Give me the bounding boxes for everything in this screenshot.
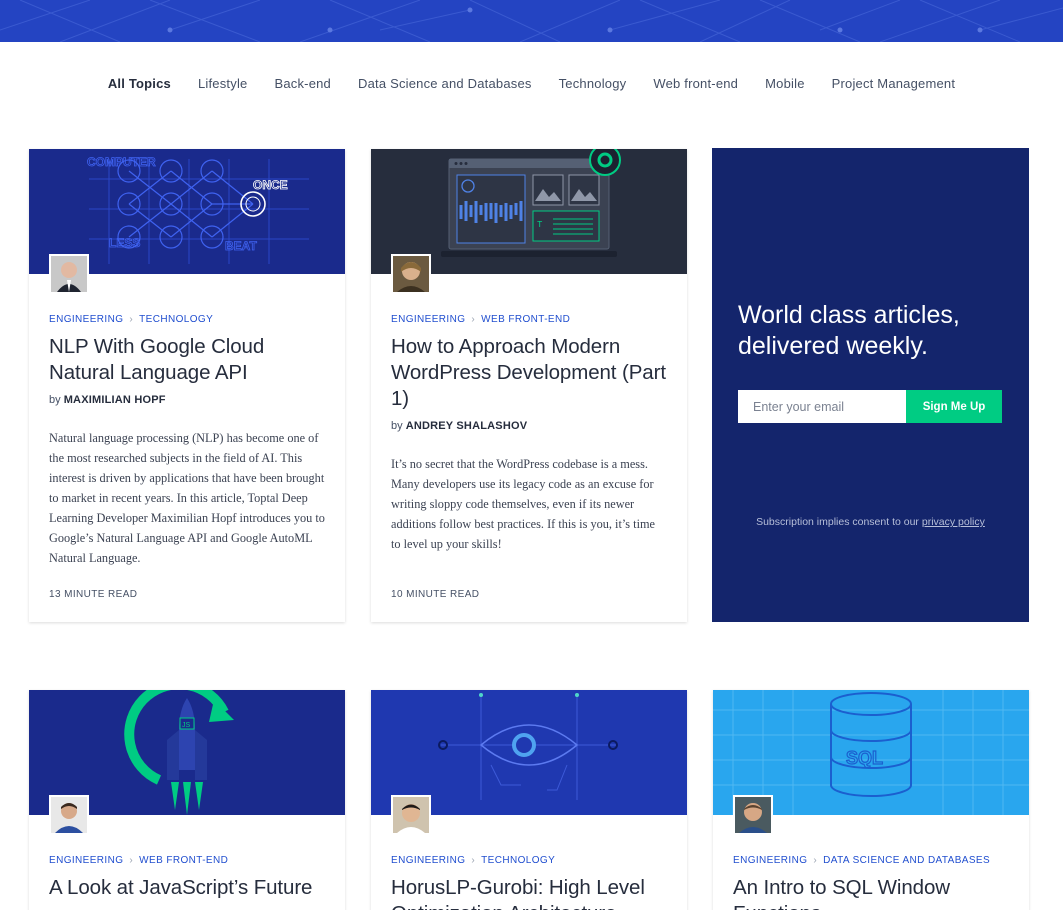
card-tags: ENGINEERING › WEB FRONT-END	[391, 314, 667, 325]
article-title[interactable]: A Look at JavaScript’s Future	[49, 875, 325, 901]
card-tags: ENGINEERING › TECHNOLOGY	[391, 855, 667, 866]
article-card[interactable]: COMPUTER ONCE LESS BEAT ENGINEERING › TE…	[29, 149, 345, 622]
article-card[interactable]: JS ENGINEERING › WEB FRONT-END A Look at…	[29, 690, 345, 910]
tag-link[interactable]: ENGINEERING	[391, 314, 465, 325]
article-card[interactable]: T ENGINEERING › WEB FRONT-END How to App…	[371, 149, 687, 622]
topic-lifestyle[interactable]: Lifestyle	[184, 76, 261, 91]
article-title[interactable]: How to Approach Modern WordPress Develop…	[391, 334, 667, 412]
by-label: by	[49, 394, 61, 406]
article-card[interactable]: SQL ENGINEERING › DATA SCIENCE AND DATAB…	[713, 690, 1029, 910]
chevron-right-icon: ›	[129, 314, 134, 325]
chevron-right-icon: ›	[813, 855, 818, 866]
by-label: by	[391, 420, 403, 432]
tag-link[interactable]: ENGINEERING	[391, 855, 465, 866]
card-tags: ENGINEERING › DATA SCIENCE AND DATABASES	[733, 855, 1009, 866]
read-time: 13 MINUTE READ	[49, 589, 138, 600]
author-name[interactable]: MAXIMILIAN HOPF	[64, 394, 166, 406]
card-hero-image[interactable]: COMPUTER ONCE LESS BEAT	[29, 149, 345, 294]
privacy-policy-link[interactable]: privacy policy	[922, 516, 985, 528]
card-hero-image[interactable]: JS	[29, 690, 345, 835]
topic-data-science[interactable]: Data Science and Databases	[345, 76, 546, 91]
tag-link[interactable]: WEB FRONT-END	[481, 314, 570, 325]
article-title[interactable]: HorusLP-Gurobi: High Level Optimization …	[391, 875, 667, 910]
sign-me-up-button[interactable]: Sign Me Up	[906, 390, 1002, 423]
byline: by MAXIMILIAN HOPF	[49, 394, 325, 406]
topic-nav: All Topics Lifestyle Back-end Data Scien…	[0, 76, 1063, 91]
tag-link[interactable]: ENGINEERING	[49, 855, 123, 866]
consent-note: Subscription implies consent to our priv…	[712, 516, 1029, 528]
tag-link[interactable]: DATA SCIENCE AND DATABASES	[823, 855, 990, 866]
hero-word: COMPUTER	[87, 155, 156, 169]
article-title[interactable]: NLP With Google Cloud Natural Language A…	[49, 334, 325, 386]
subscribe-heading: World class articles, delivered weekly.	[738, 301, 960, 360]
topic-back-end[interactable]: Back-end	[261, 76, 345, 91]
article-excerpt: It’s no secret that the WordPress codeba…	[391, 457, 656, 551]
tag-link[interactable]: TECHNOLOGY	[139, 314, 213, 325]
js-badge: JS	[182, 722, 191, 729]
svg-text:T: T	[537, 220, 543, 230]
sql-label: SQL	[846, 748, 883, 768]
chevron-right-icon: ›	[129, 855, 134, 866]
read-time: 10 MINUTE READ	[391, 589, 480, 600]
tag-link[interactable]: WEB FRONT-END	[139, 855, 228, 866]
article-title[interactable]: An Intro to SQL Window Functions	[733, 875, 1009, 910]
hero-word: BEAT	[225, 239, 257, 253]
article-card[interactable]: ENGINEERING › TECHNOLOGY HorusLP-Gurobi:…	[371, 690, 687, 910]
topic-project-management[interactable]: Project Management	[818, 76, 969, 91]
card-hero-image[interactable]	[371, 690, 687, 835]
author-name[interactable]: ANDREY SHALASHOV	[406, 420, 528, 432]
consent-text: Subscription implies consent to our	[756, 516, 919, 528]
hero-word: LESS	[109, 236, 140, 250]
author-avatar[interactable]	[391, 795, 431, 835]
author-avatar[interactable]	[49, 254, 89, 294]
subscribe-box: World class articles, delivered weekly. …	[712, 148, 1029, 622]
chevron-right-icon: ›	[471, 314, 476, 325]
topic-mobile[interactable]: Mobile	[752, 76, 819, 91]
card-tags: ENGINEERING › TECHNOLOGY	[49, 314, 325, 325]
author-avatar[interactable]	[49, 795, 89, 835]
topic-web-front-end[interactable]: Web front-end	[640, 76, 752, 91]
tag-link[interactable]: ENGINEERING	[49, 314, 123, 325]
hero-word: ONCE	[253, 178, 288, 192]
top-banner	[0, 0, 1063, 42]
topic-technology[interactable]: Technology	[545, 76, 640, 91]
byline: by ANDREY SHALASHOV	[391, 420, 667, 432]
tag-link[interactable]: TECHNOLOGY	[481, 855, 555, 866]
topic-all-topics[interactable]: All Topics	[94, 76, 184, 91]
author-avatar[interactable]	[391, 254, 431, 294]
email-field[interactable]	[738, 390, 906, 423]
chevron-right-icon: ›	[471, 855, 476, 866]
card-hero-image[interactable]: T	[371, 149, 687, 294]
article-excerpt: Natural language processing (NLP) has be…	[49, 431, 325, 565]
banner-pattern	[0, 0, 1063, 42]
tag-link[interactable]: ENGINEERING	[733, 855, 807, 866]
card-hero-image[interactable]: SQL	[713, 690, 1029, 835]
card-tags: ENGINEERING › WEB FRONT-END	[49, 855, 325, 866]
author-avatar[interactable]	[733, 795, 773, 835]
